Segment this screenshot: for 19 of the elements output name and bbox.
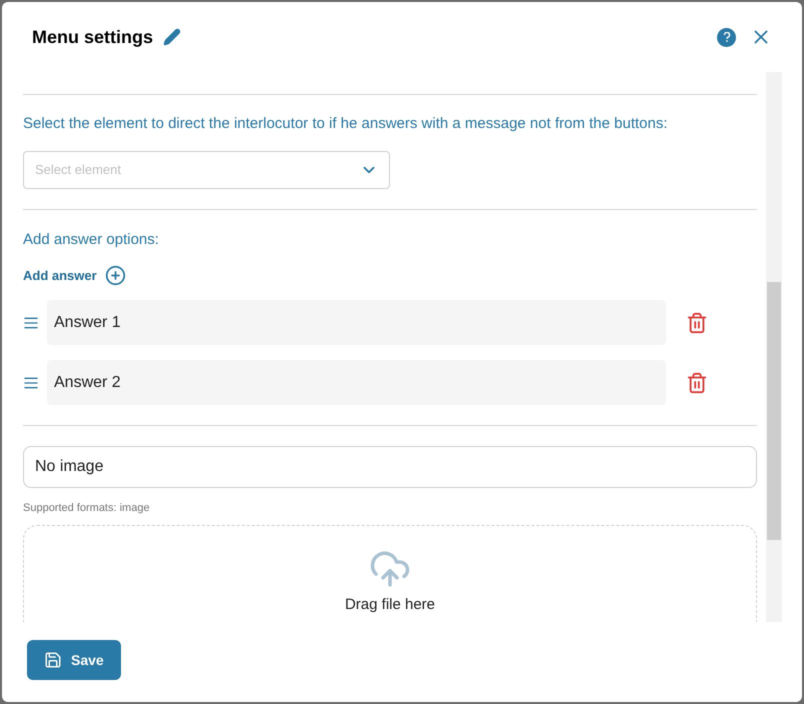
answer-field[interactable]: Answer 1 (47, 300, 666, 345)
plus-circle-icon (104, 265, 126, 286)
pencil-icon[interactable] (163, 28, 182, 46)
drop-text: Drag file here (344, 594, 436, 614)
image-field[interactable]: No image (23, 446, 757, 488)
drag-handle-icon[interactable] (23, 374, 39, 390)
save-icon (44, 651, 62, 669)
dialog-title: Menu settings (32, 26, 154, 49)
trash-icon[interactable] (686, 312, 708, 334)
trash-icon[interactable] (686, 372, 708, 394)
scrollbar[interactable] (766, 72, 782, 622)
redirect-label: Select the element to direct the interlocutor to if he answers with a message not from the buttons: (23, 114, 669, 134)
answers-label: Add answer options: (23, 230, 160, 250)
save-button[interactable]: Save (27, 640, 121, 680)
drag-handle-icon[interactable] (23, 314, 39, 330)
add-answer-button[interactable]: Add answer (23, 265, 126, 286)
formats-hint: Supported formats: image (23, 501, 151, 516)
answer-field[interactable]: Answer 2 (47, 360, 666, 405)
help-icon[interactable] (717, 28, 736, 46)
